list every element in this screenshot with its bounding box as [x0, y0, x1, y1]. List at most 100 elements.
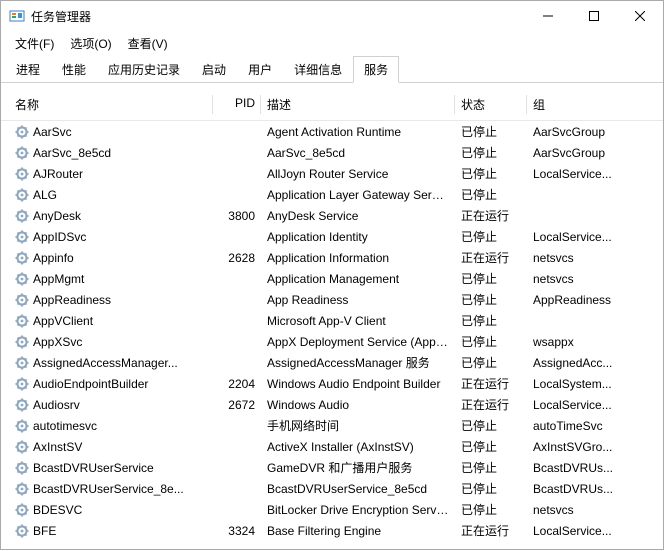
service-description: 手机网络时间	[261, 415, 455, 436]
gear-icon	[15, 356, 29, 370]
service-status: 已停止	[455, 184, 527, 205]
table-row[interactable]: AudioEndpointBuilder 2204 Windows Audio …	[1, 373, 663, 394]
table-row[interactable]: BDESVC BitLocker Drive Encryption Servic…	[1, 499, 663, 520]
service-status: 已停止	[455, 436, 527, 457]
table-row[interactable]: AssignedAccessManager... AssignedAccessM…	[1, 352, 663, 373]
titlebar: 任务管理器	[1, 1, 663, 31]
tab-app-history[interactable]: 应用历史记录	[97, 56, 191, 83]
tab-users[interactable]: 用户	[237, 56, 283, 83]
service-group: LocalService...	[527, 396, 637, 414]
tab-details[interactable]: 详细信息	[283, 56, 353, 83]
window-controls	[525, 1, 663, 31]
service-pid: 2672	[213, 396, 261, 414]
service-group: AssignedAcc...	[527, 354, 637, 372]
tab-services[interactable]: 服务	[353, 56, 399, 83]
service-pid	[213, 151, 261, 155]
service-pid	[213, 445, 261, 449]
service-name: AnyDesk	[33, 209, 81, 223]
close-button[interactable]	[617, 1, 663, 31]
service-group: AarSvcGroup	[527, 144, 637, 162]
service-status: 已停止	[455, 457, 527, 478]
column-pid[interactable]: PID	[213, 93, 261, 116]
table-row[interactable]: AppMgmt Application Management 已停止 netsv…	[1, 268, 663, 289]
service-group: netsvcs	[527, 249, 637, 267]
column-status[interactable]: 状态	[455, 93, 527, 116]
tabbar: 进程 性能 应用历史记录 启动 用户 详细信息 服务	[1, 55, 663, 83]
service-pid	[213, 319, 261, 323]
table-row[interactable]: AarSvc Agent Activation Runtime 已停止 AarS…	[1, 121, 663, 142]
table-row[interactable]: AppXSvc AppX Deployment Service (AppX...…	[1, 331, 663, 352]
service-group: LocalService...	[527, 165, 637, 183]
service-group: netsvcs	[527, 501, 637, 519]
window-title: 任务管理器	[31, 8, 525, 25]
service-pid	[213, 340, 261, 344]
service-description: Windows Audio	[261, 396, 455, 414]
service-group: LocalService...	[527, 228, 637, 246]
service-status: 已停止	[455, 142, 527, 163]
service-status: 正在运行	[455, 247, 527, 268]
gear-icon	[15, 230, 29, 244]
service-group	[527, 193, 637, 197]
service-name: Appinfo	[33, 251, 74, 265]
service-pid	[213, 235, 261, 239]
service-pid	[213, 130, 261, 134]
service-status: 已停止	[455, 226, 527, 247]
service-name: AppReadiness	[33, 293, 111, 307]
table-row[interactable]: AJRouter AllJoyn Router Service 已停止 Loca…	[1, 163, 663, 184]
table-row[interactable]: AarSvc_8e5cd AarSvc_8e5cd 已停止 AarSvcGrou…	[1, 142, 663, 163]
menu-options[interactable]: 选项(O)	[62, 33, 119, 51]
gear-icon	[15, 524, 29, 538]
tab-processes[interactable]: 进程	[5, 56, 51, 83]
service-status: 已停止	[455, 268, 527, 289]
table-row[interactable]: Audiosrv 2672 Windows Audio 正在运行 LocalSe…	[1, 394, 663, 415]
table-row[interactable]: BcastDVRUserService_8e... BcastDVRUserSe…	[1, 478, 663, 499]
table-header: 名称 PID 描述 状态 组	[1, 89, 663, 121]
service-description: BcastDVRUserService_8e5cd	[261, 480, 455, 498]
gear-icon	[15, 314, 29, 328]
gear-icon	[15, 251, 29, 265]
column-description[interactable]: 描述	[261, 93, 455, 116]
column-group[interactable]: 组	[527, 93, 637, 116]
tab-performance[interactable]: 性能	[51, 56, 97, 83]
table-row[interactable]: AppIDSvc Application Identity 已停止 LocalS…	[1, 226, 663, 247]
table-row[interactable]: AppVClient Microsoft App-V Client 已停止	[1, 310, 663, 331]
table-row[interactable]: AxInstSV ActiveX Installer (AxInstSV) 已停…	[1, 436, 663, 457]
table-body: AarSvc Agent Activation Runtime 已停止 AarS…	[1, 121, 663, 541]
gear-icon	[15, 398, 29, 412]
maximize-button[interactable]	[571, 1, 617, 31]
service-pid: 3324	[213, 522, 261, 540]
table-row[interactable]: AnyDesk 3800 AnyDesk Service 正在运行	[1, 205, 663, 226]
service-name: autotimesvc	[33, 419, 97, 433]
service-name: BDESVC	[33, 503, 82, 517]
service-description: Windows Audio Endpoint Builder	[261, 375, 455, 393]
service-description: BitLocker Drive Encryption Service	[261, 501, 455, 519]
menu-file[interactable]: 文件(F)	[7, 33, 62, 51]
service-status: 已停止	[455, 163, 527, 184]
table-row[interactable]: AppReadiness App Readiness 已停止 AppReadin…	[1, 289, 663, 310]
table-row[interactable]: ALG Application Layer Gateway Service 已停…	[1, 184, 663, 205]
column-name[interactable]: 名称	[1, 93, 213, 116]
service-name: AppXSvc	[33, 335, 82, 349]
table-row[interactable]: autotimesvc 手机网络时间 已停止 autoTimeSvc	[1, 415, 663, 436]
gear-icon	[15, 482, 29, 496]
service-group	[527, 214, 637, 218]
service-pid: 2204	[213, 375, 261, 393]
table-row[interactable]: BFE 3324 Base Filtering Engine 正在运行 Loca…	[1, 520, 663, 541]
gear-icon	[15, 209, 29, 223]
service-status: 正在运行	[455, 373, 527, 394]
service-name: AudioEndpointBuilder	[33, 377, 148, 391]
service-name: AarSvc_8e5cd	[33, 146, 111, 160]
menu-view[interactable]: 查看(V)	[120, 33, 176, 51]
table-row[interactable]: Appinfo 2628 Application Information 正在运…	[1, 247, 663, 268]
service-description: Microsoft App-V Client	[261, 312, 455, 330]
tab-startup[interactable]: 启动	[191, 56, 237, 83]
service-description: Application Information	[261, 249, 455, 267]
service-group: wsappx	[527, 333, 637, 351]
minimize-button[interactable]	[525, 1, 571, 31]
table-row[interactable]: BcastDVRUserService GameDVR 和广播用户服务 已停止 …	[1, 457, 663, 478]
service-status: 已停止	[455, 331, 527, 352]
service-description: AppX Deployment Service (AppX...	[261, 333, 455, 351]
gear-icon	[15, 125, 29, 139]
service-description: AnyDesk Service	[261, 207, 455, 225]
service-name: ALG	[33, 188, 57, 202]
